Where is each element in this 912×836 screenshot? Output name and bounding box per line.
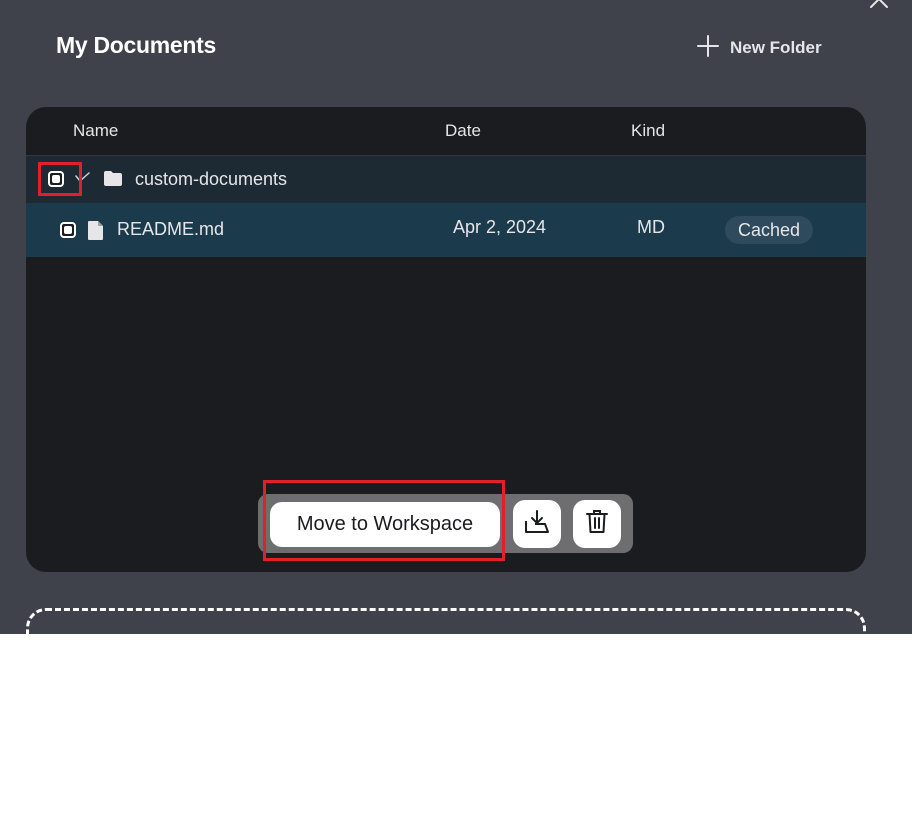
delete-button[interactable]	[573, 500, 621, 548]
new-folder-button[interactable]: New Folder	[696, 34, 822, 62]
plus-icon	[696, 34, 720, 63]
table-row[interactable]: README.md Apr 2, 2024 MD Cached	[26, 203, 866, 257]
file-name: README.md	[117, 219, 225, 239]
file-date: Apr 2, 2024	[453, 217, 547, 237]
close-icon[interactable]	[868, 0, 890, 10]
folder-row[interactable]: custom-documents	[26, 156, 866, 203]
file-icon	[87, 220, 104, 246]
folder-checkbox[interactable]	[48, 171, 64, 187]
column-date: Date	[445, 121, 481, 140]
folder-icon	[103, 170, 123, 192]
upload-dropzone[interactable]	[26, 608, 866, 634]
trash-icon	[585, 509, 609, 540]
selection-action-bar: Move to Workspace	[258, 494, 633, 553]
documents-modal: My Documents New Folder Name Date Kind c…	[0, 0, 912, 634]
page-title: My Documents	[56, 32, 216, 58]
download-icon	[523, 508, 551, 541]
table-header: Name Date Kind	[26, 107, 866, 156]
column-name: Name	[73, 121, 119, 140]
column-kind: Kind	[631, 121, 666, 140]
download-button[interactable]	[513, 500, 561, 548]
new-folder-label: New Folder	[730, 38, 822, 57]
file-kind: MD	[637, 217, 665, 237]
folder-name: custom-documents	[135, 169, 288, 189]
move-to-workspace-button[interactable]: Move to Workspace	[270, 502, 500, 547]
file-checkbox[interactable]	[60, 222, 76, 238]
status-badge: Cached	[725, 216, 814, 244]
chevron-down-icon[interactable]	[73, 172, 91, 191]
